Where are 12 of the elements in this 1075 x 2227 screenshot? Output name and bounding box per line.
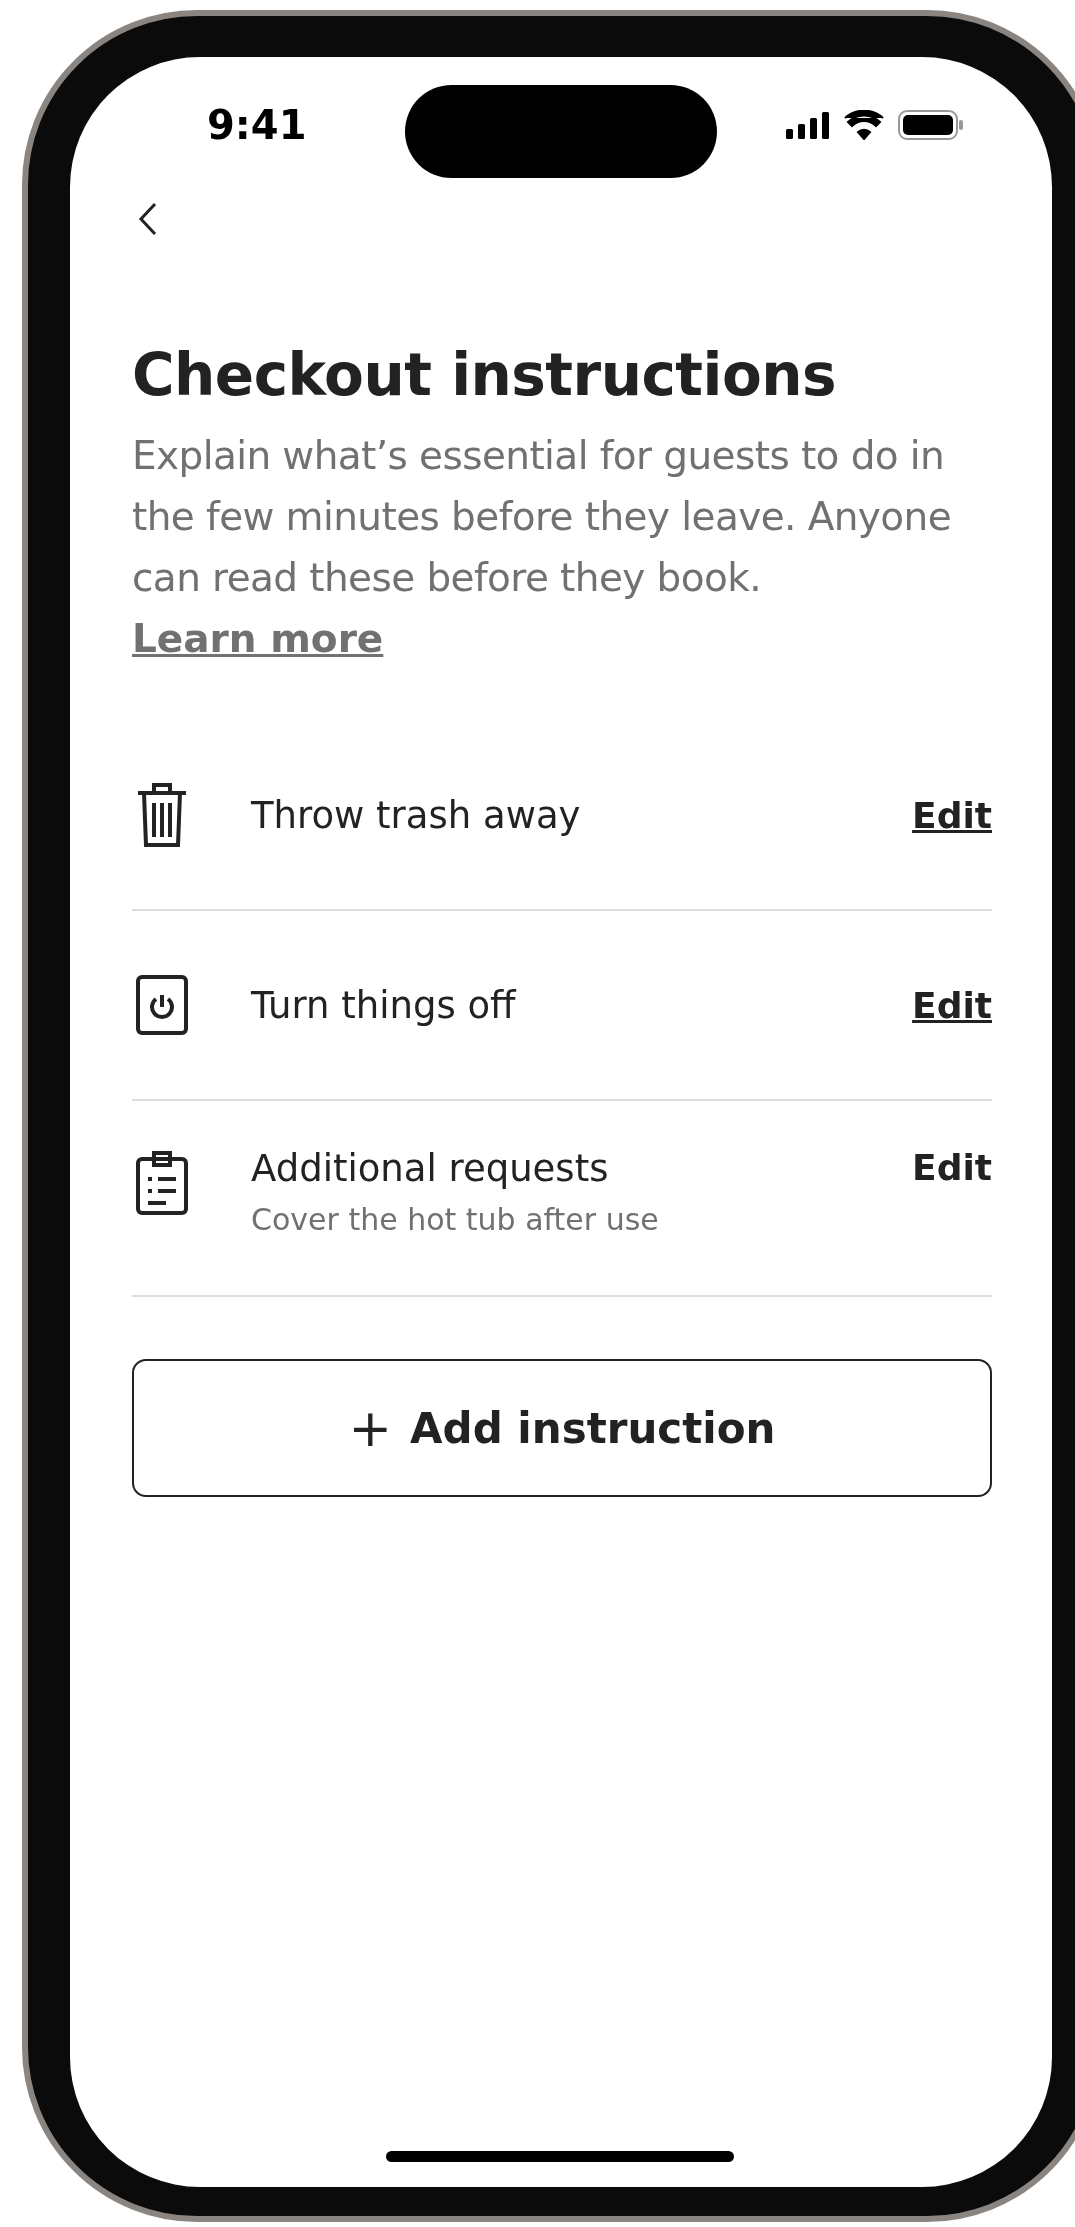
- add-instruction-button[interactable]: + Add instruction: [132, 1359, 992, 1497]
- edit-link[interactable]: Edit: [912, 794, 992, 836]
- page-title: Checkout instructions: [132, 341, 838, 409]
- instruction-label: Additional requests: [251, 1147, 610, 1190]
- instruction-label: Throw trash away: [251, 793, 582, 837]
- instruction-label: Turn things off: [251, 983, 518, 1027]
- page-description: Explain what’s essential for guests to do in the few minutes before they leave. Anyone can read these before they book.: [132, 432, 953, 602]
- edit-link[interactable]: Edit: [912, 1147, 992, 1188]
- edit-link[interactable]: Edit: [912, 984, 992, 1026]
- status-time: 9:41: [207, 102, 307, 148]
- learn-more-link[interactable]: Learn more: [132, 608, 384, 669]
- instruction-subtitle: Cover the hot tub after use: [251, 1202, 660, 1237]
